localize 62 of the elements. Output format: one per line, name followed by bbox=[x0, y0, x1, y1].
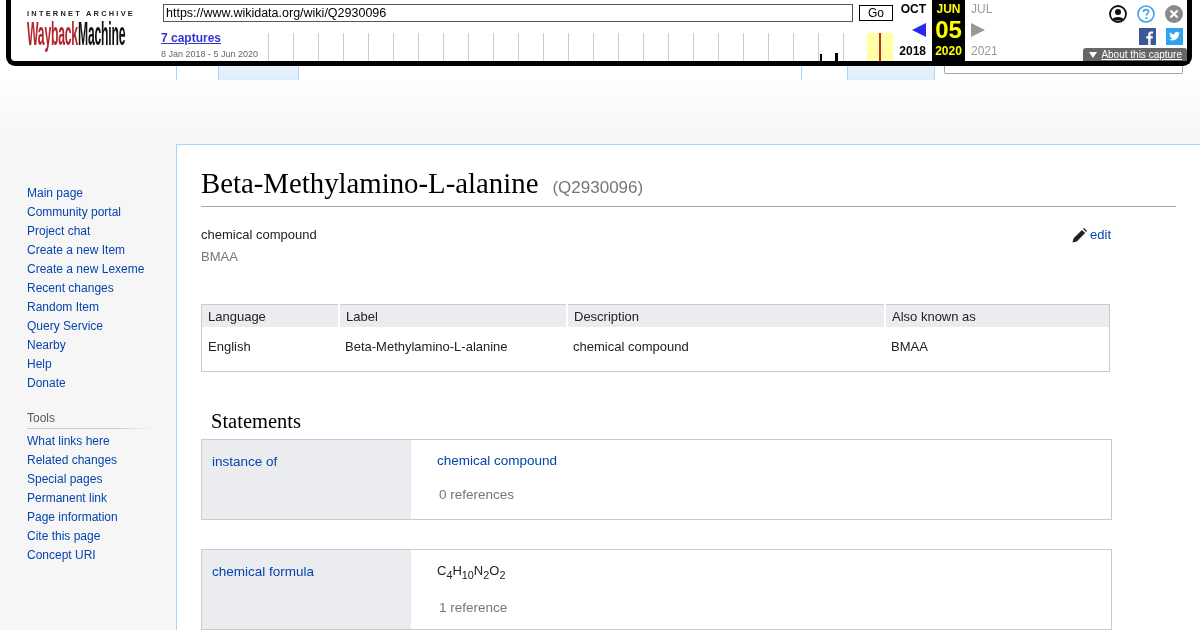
current-day: 05 bbox=[935, 18, 962, 42]
sidebar-link[interactable]: Related changes bbox=[27, 451, 118, 470]
column-header: Also known as bbox=[885, 304, 1110, 327]
close-icon[interactable] bbox=[1165, 5, 1183, 23]
url-field[interactable]: https://www.wikidata.org/wiki/Q2930096 bbox=[163, 4, 853, 22]
capture-date-range: 8 Jan 2018 - 5 Jun 2020 bbox=[161, 48, 259, 61]
sidebar-link[interactable]: Special pages bbox=[27, 470, 103, 489]
tab[interactable] bbox=[801, 66, 848, 80]
value-text: C$_{4}$H$_{10}$N$_{2}$O$_{2}$ bbox=[437, 561, 506, 583]
facebook-icon[interactable] bbox=[1139, 28, 1156, 45]
column-header: Label bbox=[339, 304, 567, 327]
sidebar-link[interactable]: Permanent link bbox=[27, 489, 108, 508]
sidebar-link[interactable]: Help bbox=[27, 355, 52, 374]
captures-link[interactable]: 7 captures bbox=[161, 30, 222, 46]
sidebar-link[interactable]: Concept URI bbox=[27, 546, 96, 565]
sidebar-link[interactable]: Community portal bbox=[27, 203, 122, 222]
sidebar-link[interactable]: Recent changes bbox=[27, 279, 114, 298]
column-header: Description bbox=[567, 304, 885, 327]
tab[interactable] bbox=[176, 66, 219, 80]
value-link[interactable]: chemical compound bbox=[437, 451, 558, 470]
sidebar-link[interactable]: What links here bbox=[27, 432, 110, 451]
references-link[interactable]: 1 reference bbox=[437, 599, 508, 618]
current-year: 2020 bbox=[935, 43, 962, 60]
sidebar-link[interactable]: Project chat bbox=[27, 222, 91, 241]
sidebar-heading: Tools bbox=[27, 410, 56, 427]
month-link[interactable]: OCT bbox=[900, 0, 926, 18]
user-icon[interactable] bbox=[1109, 5, 1127, 23]
item-alias: BMAA bbox=[201, 248, 239, 266]
sidebar-link[interactable]: Random Item bbox=[27, 298, 100, 317]
sidebar-link[interactable]: Create a new Lexeme bbox=[27, 260, 145, 279]
sidebar-link[interactable]: Nearby bbox=[27, 336, 66, 355]
go-button[interactable]: Go bbox=[859, 5, 893, 21]
current-month: JUN bbox=[936, 1, 961, 18]
table-cell: BMAA bbox=[885, 327, 1110, 371]
section-heading: Statements bbox=[210, 408, 302, 433]
capture-marker bbox=[879, 33, 881, 61]
item-description: chemical compound bbox=[201, 226, 317, 244]
sidebar-link[interactable]: Create a new Item bbox=[27, 241, 126, 260]
page-title: Beta-Methylamino-L-alanine bbox=[201, 166, 539, 201]
references-link[interactable]: 0 references bbox=[437, 485, 515, 504]
item-id: (Q2930096) bbox=[552, 177, 644, 199]
sidebar-link[interactable]: Main page bbox=[27, 184, 84, 203]
table-cell: English bbox=[201, 327, 339, 371]
about-capture-button[interactable]: About this capture bbox=[1083, 48, 1187, 61]
sidebar-link[interactable]: Query Service bbox=[27, 317, 104, 336]
search-field[interactable] bbox=[944, 66, 1183, 74]
table-cell: chemical compound bbox=[567, 327, 885, 371]
year-link[interactable]: 2018 bbox=[899, 42, 926, 60]
property-link[interactable]: chemical formula bbox=[212, 563, 315, 579]
sidebar-link[interactable]: Cite this page bbox=[27, 527, 101, 546]
sidebar-link[interactable]: Page information bbox=[27, 508, 118, 527]
help-icon[interactable] bbox=[1137, 5, 1155, 23]
current-period-highlight[interactable] bbox=[867, 33, 893, 61]
sidebar-link[interactable]: Donate bbox=[27, 374, 66, 393]
caret-icon bbox=[1089, 51, 1098, 58]
bird-icon[interactable] bbox=[1166, 28, 1183, 45]
property-link[interactable]: instance of bbox=[212, 453, 278, 469]
pencil-icon bbox=[1072, 227, 1088, 243]
edit-link[interactable]: edit bbox=[1072, 224, 1111, 246]
table-cell: Beta-Methylamino-L-alanine bbox=[339, 327, 567, 371]
left-arrow-icon[interactable] bbox=[912, 23, 926, 37]
column-header: Language bbox=[201, 304, 339, 327]
